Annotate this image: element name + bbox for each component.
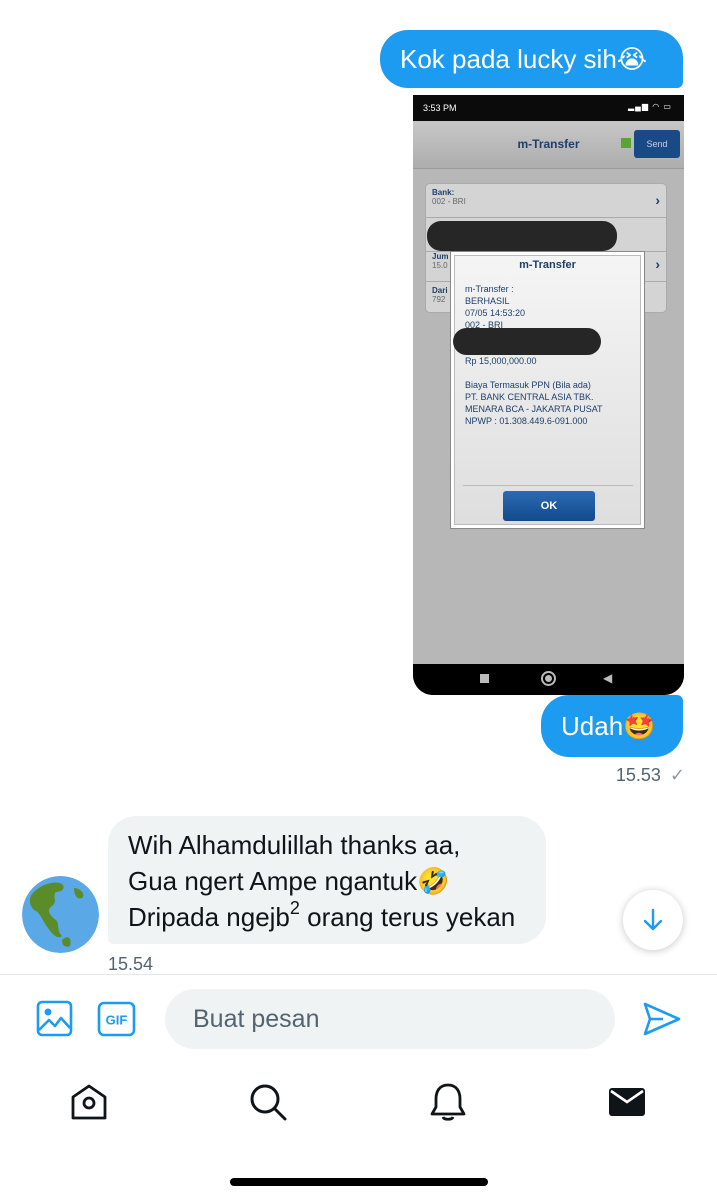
- media-button[interactable]: [36, 1000, 73, 1037]
- message-line: Wih Alhamdulillah thanks aa,: [128, 830, 461, 860]
- dm-conversation: Kok pada lucky sih😭 3:53 PM ▂▄▆ ◠ ▭ m-Tr…: [0, 0, 717, 1200]
- message-line-part: orang terus yekan: [299, 902, 516, 932]
- superscript: 2: [289, 898, 300, 919]
- sent-check-icon: ✓: [669, 765, 685, 785]
- phone-nav-bar: ◀: [413, 664, 684, 695]
- ok-button: OK: [503, 491, 595, 521]
- tab-messages[interactable]: [607, 1082, 647, 1122]
- status-icons: ▂▄▆ ◠ ▭: [628, 102, 672, 111]
- tab-search[interactable]: [248, 1082, 288, 1122]
- home-circle-icon: [541, 671, 556, 686]
- message-input[interactable]: [193, 989, 593, 1049]
- recent-apps-icon: [480, 674, 489, 683]
- dialog-line: m-Transfer :: [465, 284, 514, 294]
- app-bar: m-Transfer Send: [413, 121, 684, 169]
- dialog-title: m-Transfer: [519, 259, 576, 271]
- dialog-line: 07/05 14:53:20: [465, 308, 526, 318]
- screenshot-attachment[interactable]: 3:53 PM ▂▄▆ ◠ ▭ m-Transfer Send Bank: 00…: [413, 95, 684, 695]
- search-icon: [250, 1084, 287, 1121]
- divider: [0, 974, 717, 975]
- redaction-mark: [427, 221, 617, 251]
- success-dialog: m-Transfer m-Transfer : BERHASIL 07/05 1…: [451, 252, 644, 528]
- row-value: 002 - BRI: [432, 197, 466, 206]
- send-button: Send: [634, 130, 680, 158]
- divider: [463, 485, 633, 486]
- send-button[interactable]: [643, 1002, 681, 1036]
- outgoing-message[interactable]: Kok pada lucky sih😭: [380, 30, 683, 88]
- tab-notifications[interactable]: [428, 1082, 468, 1122]
- dialog-line: Rp 15,000,000.00: [465, 356, 537, 366]
- home-icon: [71, 1084, 107, 1120]
- dialog-line: NPWP : 01.308.449.6-091.000: [465, 416, 588, 426]
- mail-icon: [609, 1088, 645, 1116]
- gif-label: GIF: [106, 1013, 128, 1028]
- redaction-mark: [453, 328, 601, 355]
- status-time: 3:53 PM: [423, 103, 457, 113]
- bell-icon: [430, 1083, 466, 1121]
- dialog-line: BERHASIL: [465, 296, 510, 306]
- message-line: Gua ngert Ampe ngantuk🤣: [128, 866, 450, 896]
- chevron-right-icon: ›: [655, 256, 660, 272]
- row-label: Bank:: [432, 188, 455, 197]
- phone-screen: m-Transfer Send Bank: 002 - BRI › Jum 15…: [413, 121, 684, 664]
- status-square: [621, 138, 631, 148]
- incoming-message[interactable]: Wih Alhamdulillah thanks aa, Gua ngert A…: [108, 816, 546, 944]
- message-line: Dripada ngejb2 orang terus yekan: [128, 899, 516, 932]
- back-icon: ◀: [603, 671, 613, 685]
- list-item: Bank: 002 - BRI ›: [426, 184, 666, 218]
- globe-icon: [22, 876, 99, 953]
- dialog-line: MENARA BCA - JAKARTA PUSAT: [465, 404, 603, 414]
- avatar[interactable]: [22, 876, 99, 953]
- message-line-part: Dripada ngejb: [128, 902, 290, 932]
- arrow-down-icon: [643, 908, 663, 931]
- dialog-line: Biaya Termasuk PPN (Bila ada): [465, 380, 591, 390]
- chevron-right-icon: ›: [655, 192, 660, 208]
- tab-home[interactable]: [69, 1082, 109, 1122]
- timestamp-text: 15.53: [615, 765, 661, 785]
- scroll-to-bottom-button[interactable]: [623, 890, 683, 950]
- message-timestamp: 15.54: [108, 954, 154, 974]
- outgoing-message[interactable]: Udah🤩: [541, 695, 683, 757]
- status-bar: 3:53 PM ▂▄▆ ◠ ▭: [413, 95, 684, 121]
- message-composer[interactable]: [165, 989, 615, 1049]
- gif-button[interactable]: GIF: [97, 1001, 136, 1037]
- image-icon: [36, 1000, 73, 1037]
- gif-icon: GIF: [97, 1001, 136, 1037]
- dialog-line: PT. BANK CENTRAL ASIA TBK.: [465, 392, 594, 402]
- home-indicator: [230, 1178, 488, 1186]
- message-timestamp: 15.53 ✓: [616, 765, 685, 786]
- send-icon: [643, 1002, 681, 1036]
